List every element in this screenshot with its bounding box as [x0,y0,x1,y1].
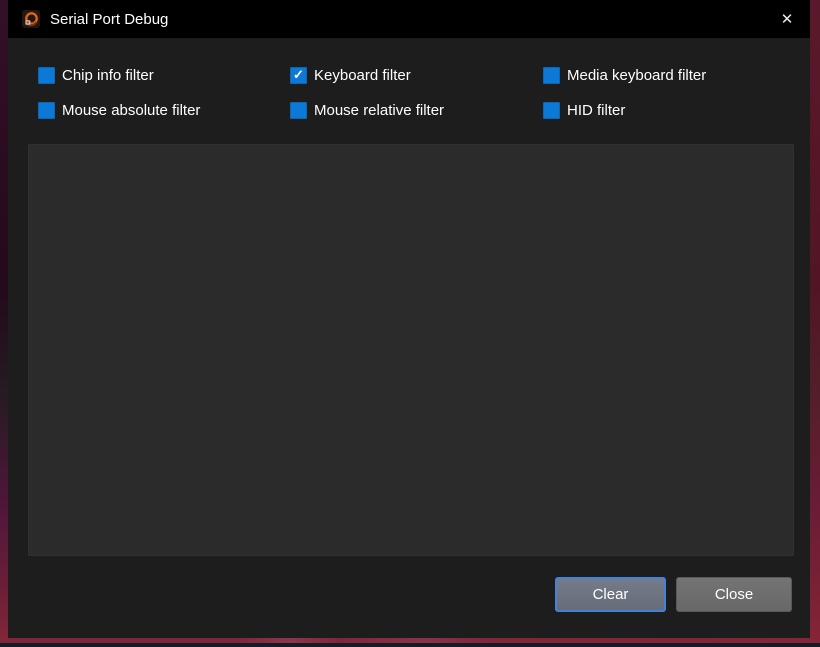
filter-chip-info[interactable]: ✓ Chip info filter [38,66,290,85]
checkmark-icon: ✓ [293,68,304,81]
app-icon [22,10,40,28]
checkbox-icon[interactable]: ✓ [290,67,307,84]
titlebar[interactable]: Serial Port Debug ✕ [8,0,810,38]
filter-label: Chip info filter [62,67,154,84]
log-output[interactable] [28,144,794,556]
filter-options: ✓ Chip info filter ✓ Keyboard filter ✓ M… [38,66,790,120]
checkbox-icon[interactable]: ✓ [290,102,307,119]
clear-button[interactable]: Clear [555,577,666,612]
close-window-icon[interactable]: ✕ [770,4,804,34]
checkbox-icon[interactable]: ✓ [543,102,560,119]
window-title: Serial Port Debug [50,11,168,28]
filter-mouse-relative[interactable]: ✓ Mouse relative filter [290,101,543,120]
filter-label: Mouse relative filter [314,102,444,119]
filter-label: HID filter [567,102,625,119]
filter-hid[interactable]: ✓ HID filter [543,101,790,120]
filter-keyboard[interactable]: ✓ Keyboard filter [290,66,543,85]
filter-label: Keyboard filter [314,67,411,84]
filter-media-keyboard[interactable]: ✓ Media keyboard filter [543,66,790,85]
checkbox-icon[interactable]: ✓ [543,67,560,84]
filter-mouse-absolute[interactable]: ✓ Mouse absolute filter [38,101,290,120]
checkbox-icon[interactable]: ✓ [38,102,55,119]
filter-label: Media keyboard filter [567,67,706,84]
filter-label: Mouse absolute filter [62,102,200,119]
taskbar-edge [0,643,820,647]
checkbox-icon[interactable]: ✓ [38,67,55,84]
close-button[interactable]: Close [676,577,792,612]
serial-port-debug-dialog: Serial Port Debug ✕ ✓ Chip info filter ✓… [8,0,810,638]
